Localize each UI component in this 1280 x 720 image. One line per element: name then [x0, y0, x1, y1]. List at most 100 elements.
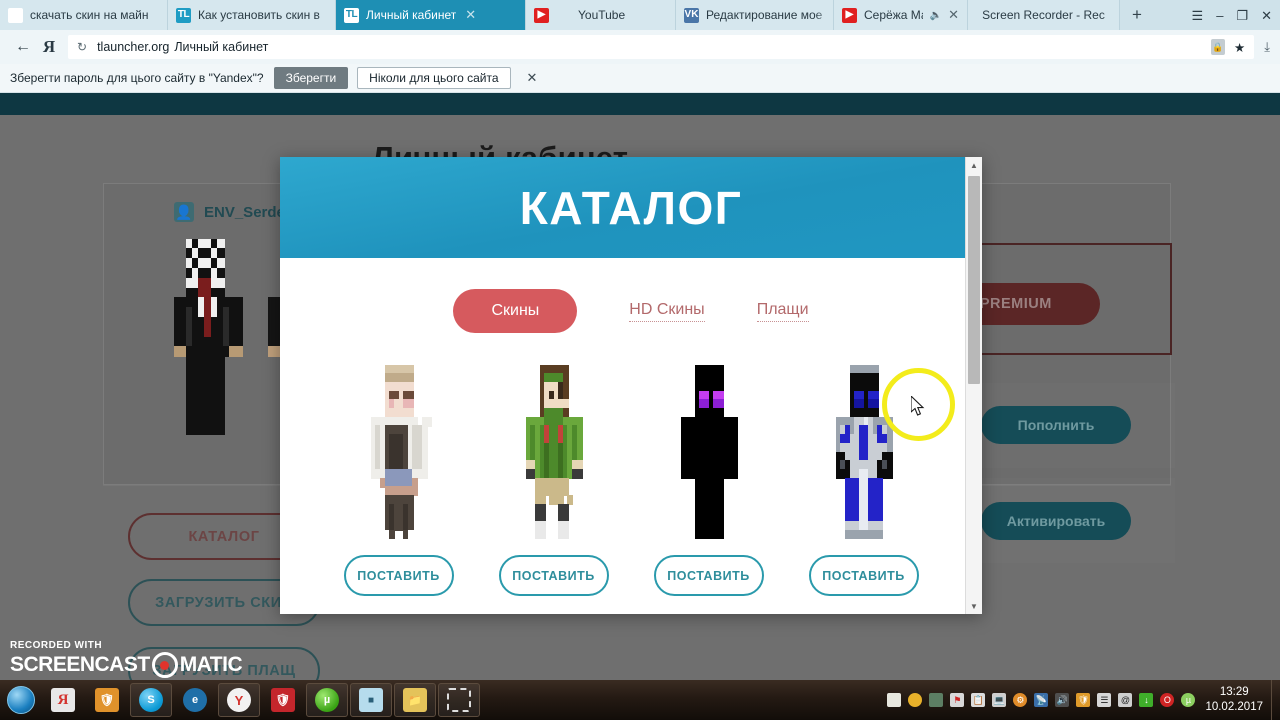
set-skin-button-1[interactable]: ПОСТАВИТЬ	[498, 555, 609, 596]
modal-scrollbar[interactable]: ▲ ▼	[965, 157, 982, 614]
taskbar-clock[interactable]: 13:29 10.02.2017	[1201, 685, 1271, 715]
modal-header: КАТАЛОГ	[280, 157, 982, 258]
browser-toolbar: ← Я ↻ tlauncher.org Личный кабинет 🔒 ★ ⤓	[0, 30, 1280, 64]
browser-tab-label: Screen Recorder - Rec	[982, 8, 1105, 22]
screen: Я скачать скин на майн TL Как установить…	[0, 0, 1280, 720]
monitor-icon[interactable]: 💻	[992, 693, 1007, 707]
clock-time: 13:29	[1219, 686, 1249, 698]
tab-skins[interactable]: Скины	[453, 289, 578, 333]
browser-tab-label: YouTube	[578, 8, 626, 22]
download-icon[interactable]: ↓	[1139, 693, 1154, 707]
youtube-icon	[842, 7, 857, 23]
minimize-icon[interactable]: –	[1216, 9, 1223, 22]
taskbar-item-yandex[interactable]: Y	[218, 683, 260, 717]
address-title: Личный кабинет	[174, 40, 269, 54]
at-icon[interactable]: @	[1118, 693, 1133, 707]
windows-taskbar: Я 🛡 S e Y 🛡 µ ■ 📁 ⚑ 📋 💻 ⚙ 📡 🔊 🛡 ☰ @ ↓ O …	[0, 680, 1280, 720]
browser-tab-4[interactable]: VK Редактирование мое	[676, 0, 834, 30]
browser-tab-0[interactable]: Я скачать скин на майн	[0, 0, 168, 30]
set-skin-button-3[interactable]: ПОСТАВИТЬ	[808, 555, 919, 596]
clipboard-icon[interactable]: 📋	[971, 693, 986, 707]
back-icon[interactable]: ←	[10, 34, 36, 60]
browser-tabstrip: Я скачать скин на майн TL Как установить…	[0, 0, 1280, 30]
show-desktop-button[interactable]	[1271, 680, 1280, 720]
window-close-icon[interactable]: ✕	[1261, 9, 1272, 22]
close-icon[interactable]: ✕	[948, 7, 959, 23]
taskbar-item-skype[interactable]: S	[130, 683, 172, 717]
skin-card: ПОСТАВИТЬ	[498, 359, 609, 596]
browser-tab-label: Серёжа Магерк	[864, 8, 923, 22]
site-navbar	[0, 93, 1280, 115]
bg-skin-1	[162, 239, 260, 435]
browser-menu-icon[interactable]: ☰	[1192, 9, 1204, 22]
skin-green-robe-icon	[516, 359, 591, 539]
yandex-brand-icon[interactable]: Я	[36, 34, 62, 60]
taskbar-item-internet-explorer[interactable]: e	[174, 683, 216, 717]
shield-icon[interactable]: 🛡	[1076, 693, 1091, 707]
network-icon[interactable]: 📡	[1034, 693, 1049, 707]
set-skin-button-0[interactable]: ПОСТАВИТЬ	[343, 555, 454, 596]
skin-card: ПОСТАВИТЬ	[653, 359, 764, 596]
utorrent-tray-icon[interactable]: µ	[1181, 693, 1196, 707]
volume-icon[interactable]: 🔊	[1055, 693, 1070, 707]
bookmark-star-icon[interactable]: ★	[1234, 40, 1245, 55]
taskbar-item-yandex-browser[interactable]: Я	[42, 683, 84, 717]
set-skin-button-2[interactable]: ПОСТАВИТЬ	[653, 555, 764, 596]
scrollbar-thumb[interactable]	[968, 176, 980, 384]
mute-icon[interactable]: 🔈	[930, 10, 942, 21]
update-icon[interactable]	[908, 693, 923, 707]
start-button[interactable]	[2, 683, 40, 717]
browser-tab-3[interactable]: YouTube	[526, 0, 676, 30]
person-icon: 👤	[174, 202, 194, 222]
close-icon[interactable]: ✕	[465, 7, 476, 23]
modal-tabs: Скины HD Скины Плащи	[280, 258, 982, 333]
scroll-down-icon[interactable]: ▼	[966, 598, 982, 614]
taskbar-item-explorer-folder[interactable]: 📁	[394, 683, 436, 717]
cloud-icon[interactable]	[887, 693, 902, 707]
password-save-button[interactable]: Зберегти	[273, 67, 349, 89]
skin-villager-girl-icon	[361, 359, 436, 539]
modal-title: КАТАЛОГ	[519, 181, 743, 234]
modal-body: Скины HD Скины Плащи ПОСТАВИТЬ ПОСТАВИТЬ…	[280, 258, 982, 614]
brand-right-label: MATIC	[179, 653, 243, 676]
scroll-up-icon[interactable]: ▲	[966, 157, 982, 173]
reload-icon[interactable]: ↻	[77, 40, 87, 54]
signal-icon[interactable]: ☰	[1097, 693, 1112, 707]
recorded-with-label: RECORDED WITH	[10, 640, 103, 651]
browser-tab-2-active[interactable]: TL Личный кабинет ✕	[336, 0, 526, 30]
taskbar-items: Я 🛡 S e Y 🛡 µ ■ 📁	[42, 683, 480, 717]
browser-tab-label: Личный кабинет	[366, 8, 457, 22]
tlauncher-icon: TL	[176, 7, 191, 23]
password-bar-text: Зберегти пароль для цього сайту в "Yande…	[10, 71, 264, 85]
browser-tab-6[interactable]: Screen Recorder - Rec	[968, 0, 1120, 30]
taskbar-item-notes[interactable]: ■	[350, 683, 392, 717]
browser-tab-label: скачать скин на майн	[30, 8, 149, 22]
taskbar-item-shield-app[interactable]: 🛡	[86, 683, 128, 717]
browser-tab-1[interactable]: TL Как установить скин в	[168, 0, 336, 30]
activate-button[interactable]: Активировать	[981, 502, 1131, 540]
steam-icon[interactable]	[929, 693, 944, 707]
settings-icon[interactable]: ⚙	[1013, 693, 1028, 707]
password-never-button[interactable]: Ніколи для цього сайта	[357, 67, 511, 89]
tab-capes[interactable]: Плащи	[756, 301, 809, 322]
skin-grid: ПОСТАВИТЬ ПОСТАВИТЬ ПОСТАВИТЬ ПОСТАВИТЬ	[280, 359, 982, 596]
browser-tab-5[interactable]: Серёжа Магерк 🔈 ✕	[834, 0, 968, 30]
taskbar-item-utorrent[interactable]: µ	[306, 683, 348, 717]
new-tab-button[interactable]: +	[1120, 0, 1154, 30]
tab-hd-skins[interactable]: HD Скины	[629, 301, 705, 322]
flag-icon[interactable]: ⚑	[950, 693, 965, 707]
youtube-icon	[534, 7, 549, 23]
lock-icon[interactable]: 🔒	[1211, 39, 1226, 55]
taskbar-item-antivirus[interactable]: 🛡	[262, 683, 304, 717]
opera-icon[interactable]: O	[1160, 693, 1175, 707]
yandex-icon: Я	[8, 7, 23, 23]
windows-orb-icon	[7, 686, 35, 714]
download-icon[interactable]: ⤓	[1264, 39, 1270, 55]
topup-button[interactable]: Пополнить	[981, 406, 1131, 444]
browser-tab-label: Редактирование мое	[706, 8, 823, 22]
clock-date: 10.02.2017	[1205, 701, 1263, 713]
password-bar-close-icon[interactable]: ✕	[527, 70, 538, 86]
maximize-icon[interactable]: ❐	[1236, 9, 1248, 22]
taskbar-item-screenshot-tool[interactable]	[438, 683, 480, 717]
address-bar[interactable]: ↻ tlauncher.org Личный кабинет 🔒 ★	[68, 35, 1255, 59]
